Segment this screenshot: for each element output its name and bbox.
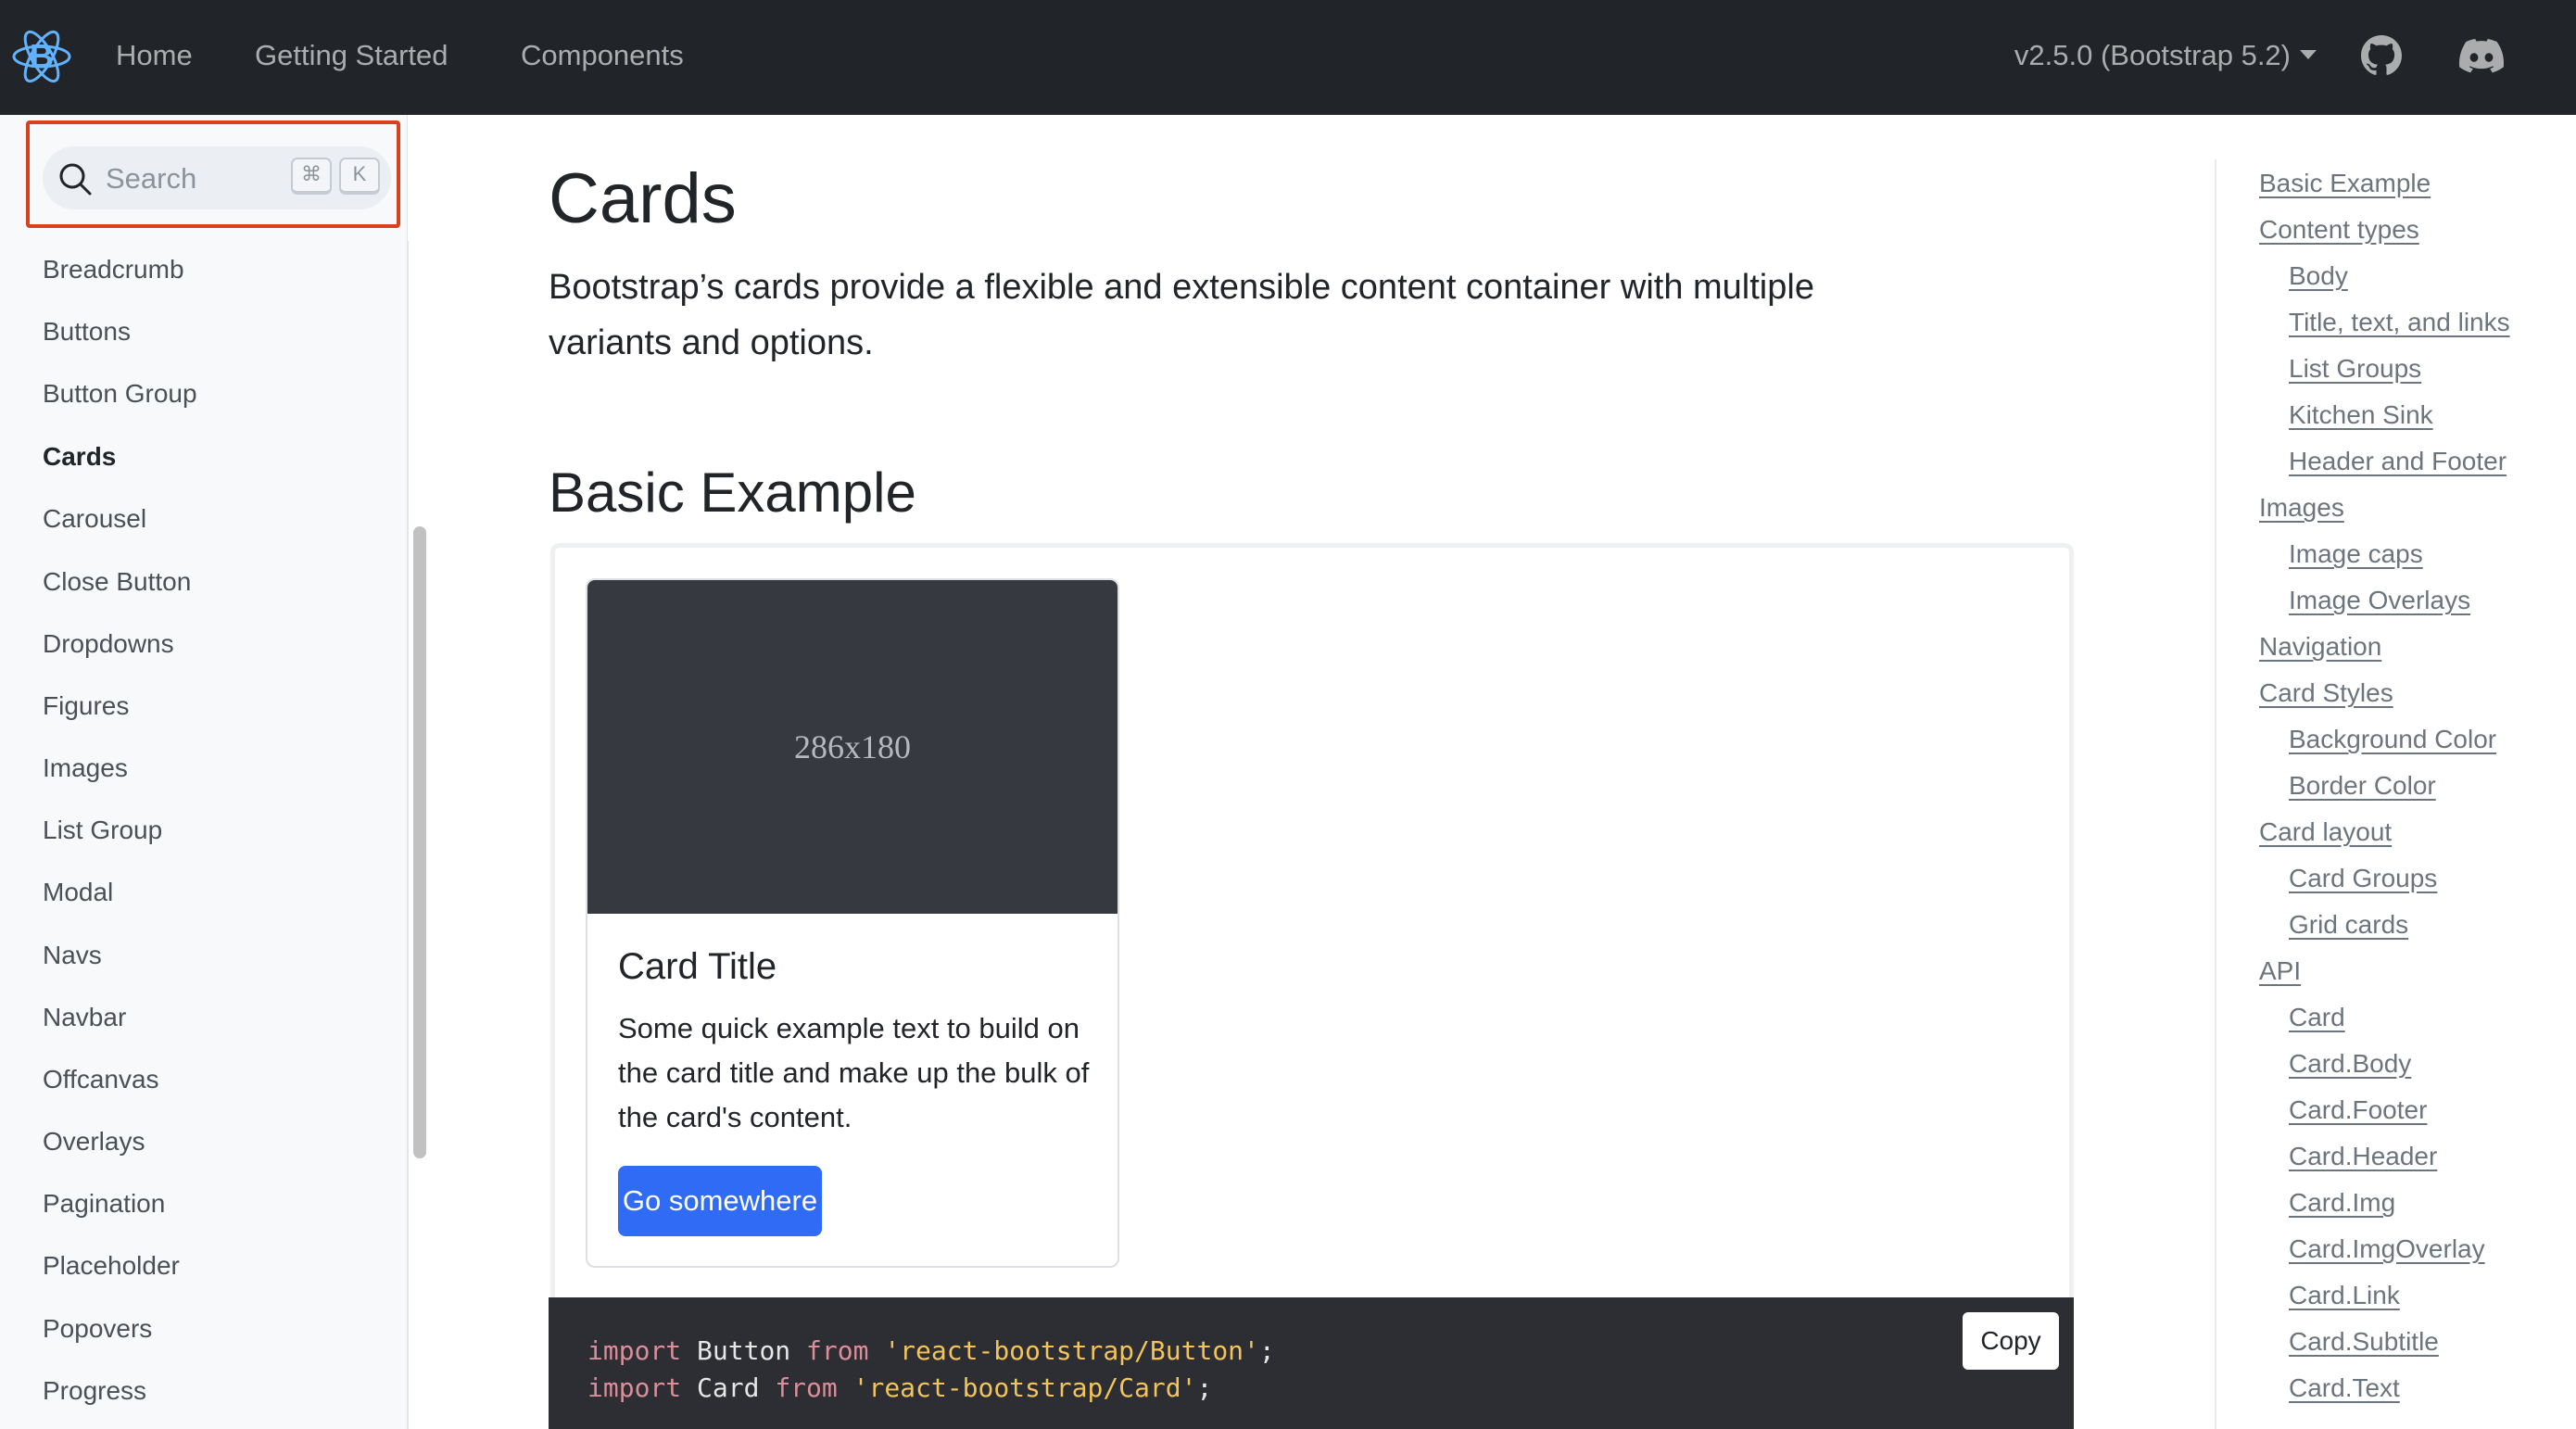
page-title: Cards	[549, 159, 737, 238]
top-navbar: B Home Getting Started Components v2.5.0…	[0, 0, 2576, 115]
sidebar-item-images[interactable]: Images	[43, 752, 128, 785]
card-text: Some quick example text to build on the …	[618, 1012, 1090, 1133]
toc-link-border-color[interactable]: Border Color	[2289, 769, 2436, 803]
code-block: import Button from 'react-bootstrap/Butt…	[549, 1297, 2074, 1429]
toc-link-card-groups[interactable]: Card Groups	[2289, 862, 2437, 895]
sidebar-item-buttons[interactable]: Buttons	[43, 315, 131, 348]
toc-link-image-overlays[interactable]: Image Overlays	[2289, 584, 2470, 617]
card-image-label: 286x180	[794, 728, 911, 765]
code-keyword: from	[775, 1372, 838, 1403]
sidebar-item-carousel[interactable]: Carousel	[43, 502, 146, 536]
version-label: v2.5.0 (Bootstrap 5.2)	[2014, 39, 2291, 71]
sidebar-item-dropdowns[interactable]: Dropdowns	[43, 627, 174, 661]
sidebar-item-progress[interactable]: Progress	[43, 1374, 146, 1408]
toc-link-card-img[interactable]: Card.Img	[2289, 1186, 2395, 1220]
toc-link-card-header[interactable]: Card.Header	[2289, 1140, 2437, 1173]
code-keyword: import	[587, 1372, 682, 1403]
toc-link-background-color[interactable]: Background Color	[2289, 723, 2496, 756]
code-punctuation: ;	[1258, 1335, 1275, 1366]
code-keyword: import	[587, 1335, 682, 1366]
toc-link-card-layout[interactable]: Card layout	[2259, 816, 2392, 849]
toc-link-basic-example[interactable]: Basic Example	[2259, 167, 2431, 200]
copy-button[interactable]: Copy	[1963, 1312, 2059, 1370]
nav-link-components[interactable]: Components	[521, 37, 684, 74]
code-string: 'react-bootstrap/Button'	[884, 1335, 1259, 1366]
toc-link-image-caps[interactable]: Image caps	[2289, 537, 2423, 571]
search-icon	[59, 163, 92, 196]
sidebar-item-popovers[interactable]: Popovers	[43, 1312, 152, 1346]
sidebar-item-close-button[interactable]: Close Button	[43, 565, 191, 599]
discord-icon[interactable]	[2459, 35, 2504, 76]
toc-link-navigation[interactable]: Navigation	[2259, 630, 2381, 664]
toc-link-list-groups[interactable]: List Groups	[2289, 352, 2421, 386]
nav-link-getting-started[interactable]: Getting Started	[255, 37, 448, 74]
toc-link-card-imgoverlay[interactable]: Card.ImgOverlay	[2289, 1233, 2485, 1266]
toc-link-card-body[interactable]: Card.Body	[2289, 1047, 2411, 1081]
code-line: import Button from 'react-bootstrap/Butt…	[587, 1333, 1275, 1370]
toc-divider	[2215, 159, 2216, 1429]
toc-link-header-and-footer[interactable]: Header and Footer	[2289, 445, 2507, 478]
code-punctuation: ;	[1196, 1372, 1213, 1403]
sidebar-item-offcanvas[interactable]: Offcanvas	[43, 1063, 159, 1096]
toc-link-kitchen-sink[interactable]: Kitchen Sink	[2289, 398, 2433, 432]
sidebar-item-button-group[interactable]: Button Group	[43, 377, 197, 411]
code-keyword: from	[806, 1335, 869, 1366]
github-icon[interactable]	[2361, 35, 2402, 76]
code-identifier: Card	[681, 1372, 776, 1403]
toc-link-body[interactable]: Body	[2289, 259, 2348, 293]
nav-link-home[interactable]: Home	[116, 37, 193, 74]
toc-link-card-link[interactable]: Card.Link	[2289, 1279, 2400, 1312]
code-identifier: Button	[681, 1335, 807, 1366]
sidebar-item-navbar[interactable]: Navbar	[43, 1001, 126, 1034]
react-bootstrap-logo-icon[interactable]: B	[11, 26, 72, 87]
card-title: Card Title	[618, 946, 777, 987]
page-lead: Bootstrap’s cards provide a flexible and…	[549, 268, 1814, 362]
code-string: 'react-bootstrap/Card'	[852, 1372, 1197, 1403]
version-dropdown[interactable]: v2.5.0 (Bootstrap 5.2)	[2014, 37, 2317, 74]
sidebar-scrollbar[interactable]	[413, 526, 426, 1158]
code-line: import Card from 'react-bootstrap/Card';	[587, 1370, 1212, 1407]
sidebar-item-figures[interactable]: Figures	[43, 689, 129, 723]
go-somewhere-button[interactable]: Go somewhere	[618, 1166, 822, 1236]
chevron-down-icon	[2300, 50, 2317, 59]
toc-link-card-subtitle[interactable]: Card.Subtitle	[2289, 1325, 2439, 1359]
kbd-k: K	[339, 158, 380, 195]
kbd-command: ⌘	[291, 158, 332, 195]
toc-link-images[interactable]: Images	[2259, 491, 2344, 525]
sidebar-item-list-group[interactable]: List Group	[43, 814, 162, 847]
sidebar-item-navs[interactable]: Navs	[43, 939, 102, 972]
sidebar-item-breadcrumb[interactable]: Breadcrumb	[43, 253, 184, 286]
sidebar-item-overlays[interactable]: Overlays	[43, 1125, 145, 1158]
sidebar-item-pagination[interactable]: Pagination	[43, 1187, 165, 1220]
card-image-placeholder: 286x180	[587, 580, 1118, 914]
toc-link-card-text[interactable]: Card.Text	[2289, 1372, 2400, 1405]
example-card: 286x180 Card Title Some quick example te…	[586, 578, 1119, 1268]
toc-link-card[interactable]: Card	[2289, 1001, 2345, 1034]
toc-link-card-styles[interactable]: Card Styles	[2259, 677, 2393, 710]
search-placeholder: Search	[106, 162, 197, 195]
toc-link-api[interactable]: API	[2259, 955, 2301, 988]
toc-link-content-types[interactable]: Content types	[2259, 213, 2419, 247]
sidebar-item-modal[interactable]: Modal	[43, 876, 113, 909]
toc-link-title-text-and-links[interactable]: Title, text, and links	[2289, 306, 2510, 339]
toc-link-card-footer[interactable]: Card.Footer	[2289, 1094, 2427, 1127]
section-title-basic-example: Basic Example	[549, 462, 916, 524]
toc-link-grid-cards[interactable]: Grid cards	[2289, 908, 2408, 942]
svg-text:B: B	[30, 37, 54, 75]
sidebar-item-cards[interactable]: Cards	[43, 440, 116, 474]
sidebar-item-placeholder[interactable]: Placeholder	[43, 1249, 180, 1283]
